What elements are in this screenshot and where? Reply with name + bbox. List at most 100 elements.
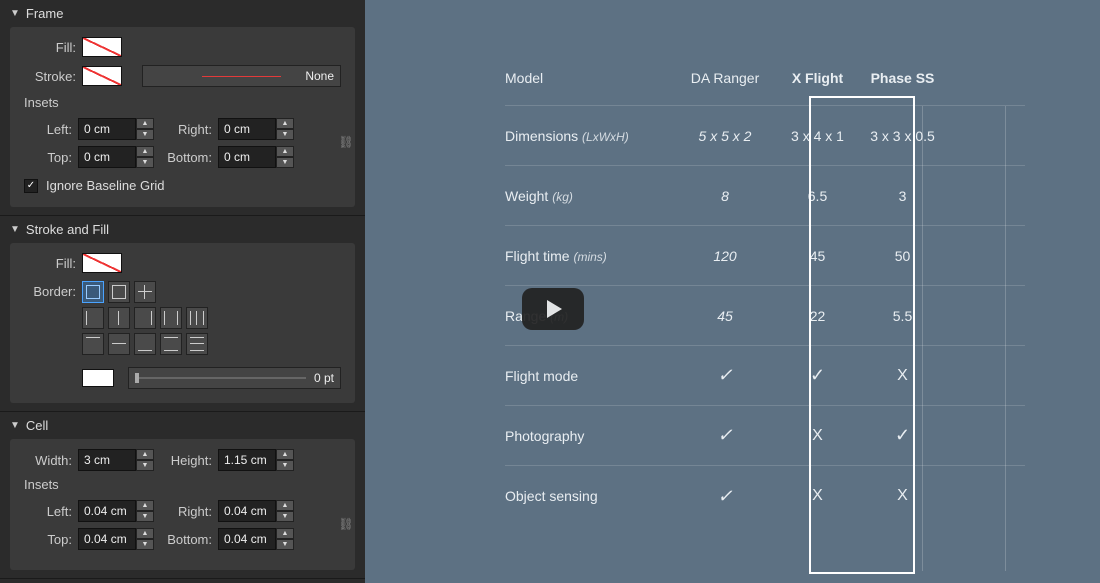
border-right[interactable] (134, 307, 156, 329)
stepper-up-icon[interactable]: ▲ (276, 146, 294, 157)
stepper-down-icon[interactable]: ▼ (136, 511, 154, 522)
check-icon[interactable]: ✓ (717, 425, 732, 445)
border-allh[interactable] (186, 333, 208, 355)
header-c1[interactable]: DA Ranger (675, 70, 775, 86)
stepper-up-icon[interactable]: ▲ (136, 528, 154, 539)
stepper-down-icon[interactable]: ▼ (136, 157, 154, 168)
stepper-down-icon[interactable]: ▼ (276, 511, 294, 522)
link-insets-icon[interactable]: ⛓ (339, 128, 353, 156)
cell-bottom-input[interactable] (218, 528, 276, 550)
check-icon[interactable]: ✓ (717, 486, 732, 506)
border-hmid[interactable] (108, 333, 130, 355)
video-play-button[interactable] (522, 288, 584, 330)
stepper-down-icon[interactable]: ▼ (276, 157, 294, 168)
check-icon[interactable]: ✓ (717, 365, 732, 385)
stepper-up-icon[interactable]: ▲ (136, 500, 154, 511)
document-canvas[interactable]: Model DA Ranger X Flight Phase SS Dimens… (365, 0, 1100, 583)
cell-top-stepper[interactable]: ▲▼ (78, 528, 158, 550)
cell-bottom-stepper[interactable]: ▲▼ (218, 528, 298, 550)
inset-bottom-input[interactable] (218, 146, 276, 168)
cell-width-input[interactable] (78, 449, 136, 471)
inset-right-input[interactable] (218, 118, 276, 140)
stepper-down-icon[interactable]: ▼ (136, 460, 154, 471)
stroke-weight-slider[interactable]: 0 pt (128, 367, 341, 389)
cell-height-stepper[interactable]: ▲▼ (218, 449, 298, 471)
cell-height-input[interactable] (218, 449, 276, 471)
row-label[interactable]: Object sensing (505, 488, 675, 504)
cell[interactable]: 120 (675, 248, 775, 264)
row-label[interactable]: Flight time (mins) (505, 248, 675, 264)
stroke-color-swatch[interactable] (82, 369, 114, 387)
border-lr[interactable] (160, 307, 182, 329)
cell[interactable]: 3 (860, 188, 945, 204)
cell[interactable]: 22 (775, 308, 860, 324)
border-allv[interactable] (186, 307, 208, 329)
stepper-down-icon[interactable]: ▼ (136, 129, 154, 140)
comparison-table[interactable]: Model DA Ranger X Flight Phase SS Dimens… (505, 50, 1025, 526)
valign-panel-header[interactable]: ▼ Vertical Alignment (0, 579, 365, 583)
inset-left-stepper[interactable]: ▲▼ (78, 118, 158, 140)
cell[interactable]: 3 x 4 x 1 (775, 128, 860, 144)
cell[interactable]: 45 (675, 308, 775, 324)
stroke-style-dropdown[interactable]: None (142, 65, 341, 87)
x-icon[interactable]: X (812, 427, 823, 444)
inset-left-input[interactable] (78, 118, 136, 140)
border-vmid[interactable] (108, 307, 130, 329)
stepper-up-icon[interactable]: ▲ (276, 500, 294, 511)
border-inner[interactable] (134, 281, 156, 303)
stepper-down-icon[interactable]: ▼ (276, 129, 294, 140)
cell-width-stepper[interactable]: ▲▼ (78, 449, 158, 471)
ignore-baseline-checkbox[interactable]: ✓ Ignore Baseline Grid (24, 178, 341, 193)
cell[interactable]: 5.5 (860, 308, 945, 324)
cell[interactable]: 5 x 5 x 2 (675, 128, 775, 144)
row-label[interactable]: Photography (505, 428, 675, 444)
sf-fill-swatch[interactable] (82, 253, 122, 273)
stepper-up-icon[interactable]: ▲ (276, 118, 294, 129)
link-cell-insets-icon[interactable]: ⛓ (339, 510, 353, 538)
border-outer[interactable] (108, 281, 130, 303)
cell[interactable]: 45 (775, 248, 860, 264)
inset-right-stepper[interactable]: ▲▼ (218, 118, 298, 140)
stepper-up-icon[interactable]: ▲ (276, 528, 294, 539)
cell-right-stepper[interactable]: ▲▼ (218, 500, 298, 522)
strokefill-panel-header[interactable]: ▼ Stroke and Fill (0, 216, 365, 243)
border-top[interactable] (82, 333, 104, 355)
cell-left-stepper[interactable]: ▲▼ (78, 500, 158, 522)
border-left[interactable] (82, 307, 104, 329)
inset-bottom-stepper[interactable]: ▲▼ (218, 146, 298, 168)
stepper-up-icon[interactable]: ▲ (136, 449, 154, 460)
row-label[interactable]: Dimensions (LxWxH) (505, 128, 675, 144)
stepper-up-icon[interactable]: ▲ (136, 146, 154, 157)
inset-top-stepper[interactable]: ▲▼ (78, 146, 158, 168)
cell[interactable]: 3 x 3 x 0.5 (860, 128, 945, 144)
header-model[interactable]: Model (505, 70, 675, 86)
stroke-swatch[interactable] (82, 66, 122, 86)
cell-right-input[interactable] (218, 500, 276, 522)
row-label[interactable]: Weight (kg) (505, 188, 675, 204)
cell-left-input[interactable] (78, 500, 136, 522)
border-tb[interactable] (160, 333, 182, 355)
fill-swatch[interactable] (82, 37, 122, 57)
row-label[interactable]: Flight mode (505, 368, 675, 384)
x-icon[interactable]: X (897, 367, 908, 384)
cell[interactable]: 6.5 (775, 188, 860, 204)
cell-top-input[interactable] (78, 528, 136, 550)
border-all[interactable] (82, 281, 104, 303)
header-c3[interactable]: Phase SS (860, 70, 945, 86)
check-icon[interactable]: ✓ (895, 425, 910, 445)
stepper-down-icon[interactable]: ▼ (276, 460, 294, 471)
x-icon[interactable]: X (812, 487, 823, 504)
x-icon[interactable]: X (897, 487, 908, 504)
check-icon[interactable]: ✓ (810, 365, 825, 385)
stepper-down-icon[interactable]: ▼ (136, 539, 154, 550)
cell[interactable]: 50 (860, 248, 945, 264)
cell[interactable]: 8 (675, 188, 775, 204)
frame-panel-header[interactable]: ▼ Frame (0, 0, 365, 27)
inset-top-input[interactable] (78, 146, 136, 168)
header-c2[interactable]: X Flight (775, 70, 860, 86)
stepper-up-icon[interactable]: ▲ (136, 118, 154, 129)
cell-panel-header[interactable]: ▼ Cell (0, 412, 365, 439)
stepper-up-icon[interactable]: ▲ (276, 449, 294, 460)
border-bottom[interactable] (134, 333, 156, 355)
stepper-down-icon[interactable]: ▼ (276, 539, 294, 550)
